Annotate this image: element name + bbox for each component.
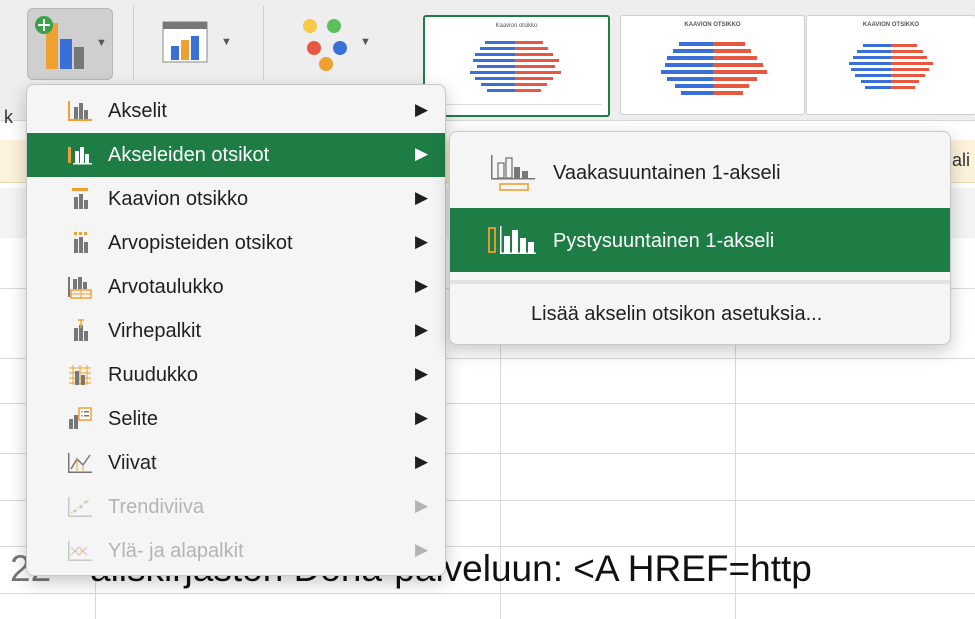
add-chart-element-button[interactable]: ▼ (27, 8, 113, 80)
menu-item-gridlines[interactable]: Ruudukko ▶ (27, 353, 445, 397)
submenu-arrow-icon: ▶ (415, 540, 429, 559)
menu-item-lines[interactable]: Viivat ▶ (27, 441, 445, 485)
add-chart-element-icon (35, 16, 84, 69)
legend-icon (69, 407, 92, 429)
add-chart-element-menu: Akselit ▶ Akseleiden otsikot ▶ Kaavion o… (26, 84, 446, 576)
submenu-item-label: Vaakasuuntainen 1-akseli (553, 162, 781, 184)
axis-titles-icon (68, 147, 92, 165)
submenu-item-primary-horizontal[interactable]: Vaakasuuntainen 1-akseli (450, 140, 950, 204)
change-colors-button[interactable]: ▼ (290, 8, 375, 78)
submenu-arrow-icon: ▶ (415, 144, 429, 163)
change-colors-icon (303, 19, 347, 71)
menu-item-label: Virhepalkit (108, 320, 202, 342)
submenu-item-label: Lisää akselin otsikon asetuksia... (531, 303, 823, 325)
gridlines-icon (69, 365, 91, 385)
submenu-arrow-icon: ▶ (415, 100, 429, 119)
submenu-arrow-icon: ▶ (415, 276, 429, 295)
menu-item-label: Selite (108, 408, 159, 430)
submenu-item-label: Pystysuuntainen 1-akseli (553, 230, 775, 252)
grid-line (0, 593, 975, 594)
chart-style-thumbnail-3[interactable]: KAAVION OTSIKKO (806, 15, 975, 115)
chevron-down-icon: ▼ (221, 36, 232, 48)
menu-item-label: Ylä- ja alapalkit (108, 540, 244, 562)
menu-item-label: Ruudukko (108, 364, 199, 386)
submenu-arrow-icon: ▶ (415, 320, 429, 339)
thumbnail-axis (431, 104, 602, 109)
quick-layout-button[interactable]: ▼ (157, 8, 237, 78)
chart-style-thumbnail-1[interactable]: Kaavion otsikko (423, 15, 610, 117)
pyramid-chart-preview (470, 41, 561, 92)
menu-item-error-bars[interactable]: Virhepalkit ▶ (27, 309, 445, 353)
lines-icon (68, 453, 92, 473)
submenu-arrow-icon: ▶ (415, 496, 429, 515)
menu-item-data-labels[interactable]: Arvopisteiden otsikot ▶ (27, 221, 445, 265)
menu-item-axes[interactable]: Akselit ▶ (27, 89, 445, 133)
quick-layout-icon (162, 21, 208, 63)
axes-icon (68, 101, 92, 121)
menu-item-label: Trendiviiva (108, 496, 204, 518)
row-label-fragment: k (4, 107, 13, 127)
primary-horizontal-axis-title-icon (491, 155, 535, 191)
chevron-down-icon: ▼ (360, 36, 371, 48)
ribbon-divider (133, 6, 134, 80)
menu-item-trendline: Trendiviiva ▶ (27, 485, 445, 529)
info-bar-text: ali (952, 150, 971, 170)
submenu-arrow-icon: ▶ (415, 232, 429, 251)
data-table-icon (68, 277, 92, 299)
chevron-down-icon: ▼ (96, 37, 107, 49)
error-bars-icon (74, 319, 88, 341)
more-axis-title-options[interactable]: Lisää akselin otsikon asetuksia... (450, 290, 950, 338)
menu-item-label: Viivat (108, 452, 157, 474)
submenu-arrow-icon: ▶ (415, 364, 429, 383)
menu-item-label: Arvopisteiden otsikot (108, 232, 293, 254)
menu-item-axis-titles[interactable]: Akseleiden otsikot ▶ (27, 133, 445, 177)
up-down-bars-icon (68, 541, 92, 561)
menu-item-up-down-bars: Ylä- ja alapalkit ▶ (27, 529, 445, 573)
menu-item-label: Kaavion otsikko (108, 188, 249, 210)
chart-style-thumbnail-2[interactable]: KAAVION OTSIKKO (620, 15, 805, 115)
primary-vertical-axis-title-icon (488, 226, 536, 254)
ribbon-divider (263, 6, 264, 80)
menu-item-label: Akseleiden otsikot (108, 144, 270, 166)
trendline-icon (68, 497, 92, 517)
axis-titles-submenu: Vaakasuuntainen 1-akseli Pystysuuntainen… (449, 131, 951, 345)
menu-item-label: Akselit (108, 100, 167, 122)
submenu-arrow-icon: ▶ (415, 452, 429, 471)
menu-item-legend[interactable]: Selite ▶ (27, 397, 445, 441)
chart-title-icon (72, 188, 88, 209)
menu-divider (450, 280, 950, 284)
pyramid-chart-preview (849, 44, 933, 89)
menu-item-label: Arvotaulukko (108, 276, 224, 298)
pyramid-chart-preview (661, 42, 767, 95)
submenu-item-primary-vertical[interactable]: Pystysuuntainen 1-akseli (450, 208, 950, 272)
submenu-arrow-icon: ▶ (415, 188, 429, 207)
data-labels-icon (74, 232, 88, 253)
menu-item-chart-title[interactable]: Kaavion otsikko ▶ (27, 177, 445, 221)
menu-item-data-table[interactable]: Arvotaulukko ▶ (27, 265, 445, 309)
submenu-arrow-icon: ▶ (415, 408, 429, 427)
